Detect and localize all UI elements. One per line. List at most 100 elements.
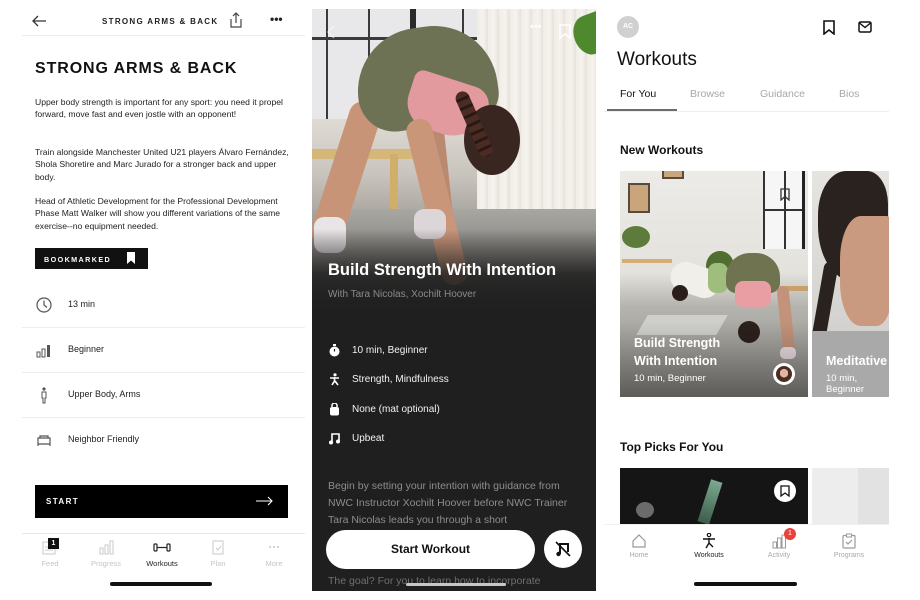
tab-more[interactable]: More	[246, 534, 302, 572]
music-off-icon	[555, 541, 571, 557]
arrow-right-icon	[256, 496, 273, 506]
inbox-icon[interactable]	[858, 21, 872, 33]
more-options-icon[interactable]: •••	[530, 21, 542, 33]
bookmark-icon[interactable]	[780, 188, 790, 201]
dumbbell-icon	[153, 543, 171, 552]
programs-clipboard-icon	[842, 533, 856, 549]
workout-title: STRONG ARMS & BACK	[35, 60, 238, 77]
detail-row-neighbor: Neighbor Friendly	[22, 418, 305, 463]
bookmarked-button[interactable]: BOOKMARKED	[35, 248, 148, 269]
workout-card[interactable]: Build Strength With Intention 10 min, Be…	[620, 171, 808, 397]
profile-avatar[interactable]: AC	[617, 16, 639, 38]
bookmarked-label: BOOKMARKED	[44, 254, 112, 264]
description-paragraph: Train alongside Manchester United U21 pl…	[35, 147, 289, 182]
photo-object	[697, 479, 723, 524]
start-button[interactable]: START	[35, 485, 288, 518]
description-paragraph: Upper body strength is important for any…	[35, 97, 283, 120]
meta-row-category: Strength, Mindfulness	[328, 372, 578, 390]
tab-label: Activity	[767, 552, 791, 559]
meta-text: None (mat optional)	[352, 404, 440, 415]
tab-label: Home	[629, 552, 649, 559]
tab-feed[interactable]: 1 Feed	[22, 534, 78, 572]
tab-for-you[interactable]: For You	[620, 88, 656, 100]
card-title: With Intention	[634, 354, 718, 368]
bookmark-outline-icon[interactable]	[559, 24, 571, 39]
photo-figure	[672, 285, 688, 301]
tab-label: Plan	[210, 559, 226, 568]
feed-badge: 1	[48, 538, 59, 549]
stopwatch-icon	[329, 344, 340, 357]
clipboard-icon	[212, 540, 224, 555]
bookmark-filled-icon	[127, 252, 135, 264]
tab-guidance[interactable]: Guidance	[760, 88, 805, 100]
detail-row-duration: 13 min	[22, 283, 305, 328]
workout-card[interactable]: Meditative 10 min, Beginner	[812, 171, 889, 397]
clock-icon	[36, 297, 52, 313]
tab-label: Feed	[41, 559, 59, 568]
top-picks-heading: Top Picks For You	[620, 440, 724, 454]
photo-frame	[628, 183, 650, 213]
tab-label: More	[265, 559, 283, 568]
tab-browse[interactable]: Browse	[690, 88, 725, 100]
share-icon[interactable]	[228, 11, 244, 29]
photo-figure	[812, 260, 839, 342]
top-pick-card[interactable]	[620, 468, 808, 524]
meta-text: Strength, Mindfulness	[352, 374, 449, 385]
card-title: Build Strength	[634, 336, 721, 350]
top-nav-bar: STRONG ARMS & BACK •••	[22, 8, 305, 36]
instructor-avatar	[773, 363, 795, 385]
tab-activity[interactable]: 1 Activity	[744, 528, 814, 567]
workout-detail-screen: ••• Build Strength With Intention With T…	[312, 9, 596, 591]
card-title: Meditative	[826, 354, 888, 368]
top-pick-card[interactable]	[812, 468, 889, 524]
photo-figure	[735, 281, 771, 307]
activity-figure-icon	[330, 373, 339, 386]
card-meta: 10 min, Beginner	[826, 373, 865, 395]
tab-progress[interactable]: Progress	[78, 534, 134, 572]
tab-home[interactable]: Home	[604, 533, 674, 567]
header-title: STRONG ARMS & BACK	[102, 17, 219, 26]
music-note-icon	[329, 433, 340, 445]
detail-text: Upper Body, Arms	[68, 389, 141, 399]
photo-window	[763, 171, 805, 249]
start-workout-button[interactable]: Start Workout	[326, 530, 535, 569]
back-arrow-icon[interactable]	[30, 12, 48, 30]
bottom-tab-bar: 1 Feed Progress Workouts Plan More	[22, 533, 305, 573]
detail-text: Neighbor Friendly	[68, 434, 140, 444]
meta-row-duration: 10 min, Beginner	[328, 343, 578, 361]
progress-icon	[99, 540, 114, 555]
more-options-icon[interactable]: •••	[270, 12, 283, 26]
couch-icon	[37, 435, 51, 446]
tab-label: Workouts	[694, 552, 724, 559]
meta-row-music: Upbeat	[328, 431, 578, 449]
bookmark-icon[interactable]	[823, 20, 835, 35]
music-mute-button[interactable]	[544, 530, 582, 568]
back-chevron-icon[interactable]	[326, 25, 336, 39]
workout-figure-icon	[703, 533, 715, 549]
workout-title: Build Strength With Intention	[328, 261, 557, 279]
detail-row-level: Beginner	[22, 328, 305, 373]
home-icon	[632, 534, 646, 548]
tab-workouts[interactable]: Workouts	[134, 534, 190, 572]
home-indicator	[694, 582, 797, 586]
tab-bios[interactable]: Bios	[839, 88, 859, 100]
tab-label: Workouts	[146, 559, 178, 568]
photo-figure	[708, 263, 728, 293]
photo-object	[636, 502, 654, 518]
bookmark-icon	[780, 485, 790, 497]
photo-plant	[622, 226, 650, 248]
tab-label: Programs	[833, 552, 865, 559]
workout-instructors: With Tara Nicolas, Xochilt Hoover	[328, 289, 477, 300]
page-title: Workouts	[617, 49, 697, 70]
photo-frame	[662, 171, 684, 179]
tab-workouts[interactable]: Workouts	[674, 533, 744, 567]
body-icon	[41, 387, 47, 404]
section-tabs: For You Browse Guidance Bios	[604, 84, 889, 112]
tab-label: Progress	[90, 559, 121, 568]
detail-text: Beginner	[68, 344, 105, 354]
tab-plan[interactable]: Plan	[190, 534, 246, 572]
tab-programs[interactable]: Programs	[814, 533, 884, 567]
bookmark-button[interactable]	[774, 480, 796, 502]
active-tab-underline	[607, 109, 677, 111]
activity-badge: 1	[784, 528, 796, 540]
